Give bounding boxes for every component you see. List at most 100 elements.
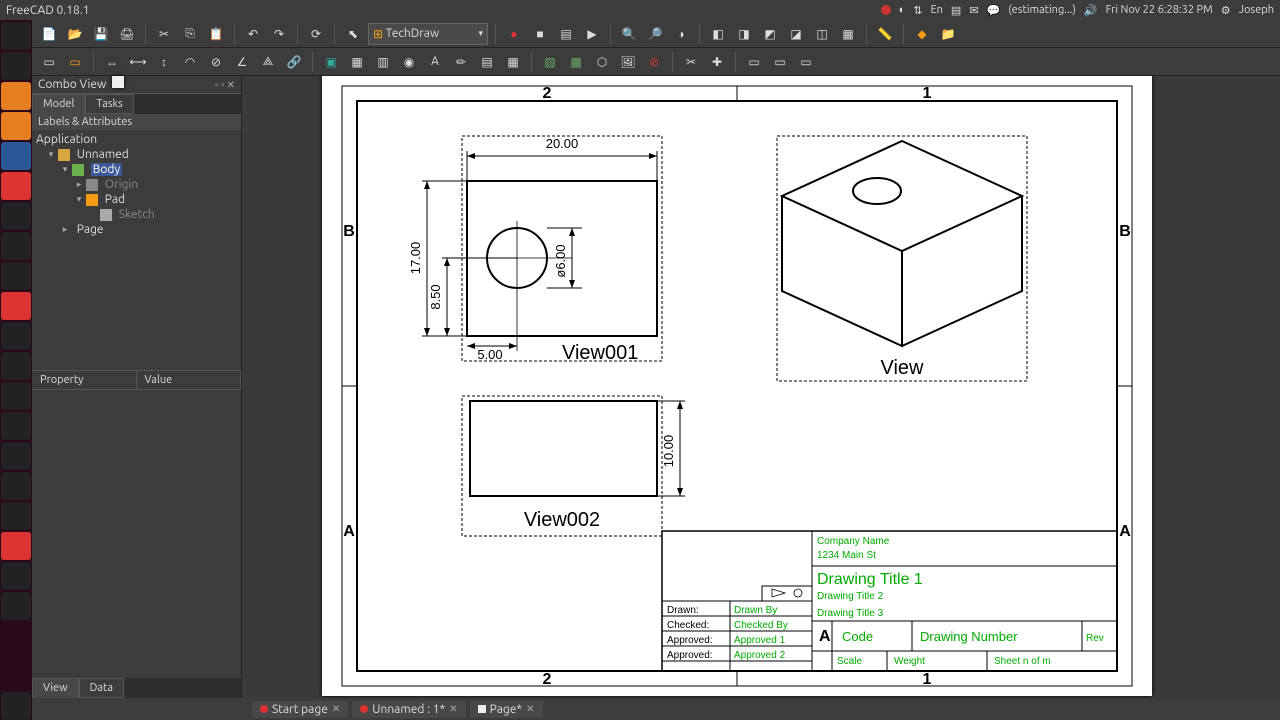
launcher-app-icon[interactable] [1,442,31,470]
launcher-app-icon[interactable] [1,202,31,230]
td-draft-icon[interactable]: ✏ [450,51,472,73]
launcher-app-icon[interactable] [1,382,31,410]
launcher-files-icon[interactable] [1,52,31,80]
td-geomhatch-icon[interactable]: ▩ [565,51,587,73]
doc-tab-page[interactable]: Page*✕ [470,701,543,718]
td-dim-radius-icon[interactable]: ◠ [179,51,201,73]
td-dim-angle3-icon[interactable]: ⟁ [257,51,279,73]
tb-sheet[interactable]: Sheet n of m [994,656,1051,667]
launcher-app-icon[interactable] [1,262,31,290]
lang-indicator[interactable]: En [930,4,942,16]
tb-code[interactable]: Code [842,629,873,644]
body-node[interactable]: Body [91,163,122,176]
launcher-trash-icon[interactable] [1,692,31,720]
expand-icon[interactable]: ▸ [60,224,70,235]
td-projgroup-icon[interactable]: ▦ [346,51,368,73]
expand-icon[interactable]: ▾ [46,149,56,160]
dim-height[interactable]: 17.00 [408,242,423,275]
model-tab[interactable]: Model [32,94,85,114]
td-export-dxf-icon[interactable]: ▭ [769,51,791,73]
mail-icon[interactable]: ✉ [969,4,978,17]
launcher-app-icon[interactable] [1,472,31,500]
td-arch-icon[interactable]: ▤ [476,51,498,73]
clock[interactable]: Fri Nov 22 6:28:32 PM [1106,4,1213,16]
expand-icon[interactable]: ▾ [60,164,70,175]
tb-title2[interactable]: Drawing Title 2 [817,591,884,602]
td-export-svg-icon[interactable]: ▭ [743,51,765,73]
launcher-app-icon[interactable] [1,112,31,140]
model-tree[interactable]: Application ▾ Unnamed ▾ Body ▸ Origin ▾ … [32,130,241,370]
launcher-app-icon[interactable] [1,232,31,260]
td-dim-length-icon[interactable]: ↔ [101,51,123,73]
macro-record-icon[interactable]: ● [503,23,525,45]
draw-style-icon[interactable]: ◑ [670,23,692,45]
close-icon[interactable]: ✕ [449,703,457,715]
td-section-icon[interactable]: ▥ [372,51,394,73]
chat-icon[interactable]: 💬 [987,4,1001,17]
dim-half[interactable]: 8.50 [428,284,443,309]
td-dim-horiz-icon[interactable]: ⟷ [127,51,149,73]
launcher-app-icon[interactable] [1,82,31,110]
redo-icon[interactable]: ↷ [268,23,290,45]
settings-icon[interactable]: ⚙ [1221,4,1231,17]
td-image-icon[interactable]: 🖼 [617,51,639,73]
launcher-app-icon[interactable] [1,142,31,170]
launcher-app-icon[interactable] [1,322,31,350]
new-icon[interactable]: 📄 [38,23,60,45]
view001-label[interactable]: View001 [562,342,638,364]
td-dim-diameter-icon[interactable]: ⊘ [205,51,227,73]
title-block[interactable]: Company Name 1234 Main St Drawing Title … [662,531,1117,671]
dim-depth[interactable]: 10.00 [661,435,676,468]
tb-appr1-v[interactable]: Approved 1 [734,635,786,646]
view-iso-icon[interactable]: ◧ [707,23,729,45]
launcher-app-icon[interactable] [1,532,31,560]
view002-label[interactable]: View002 [524,509,600,531]
td-spreadsheet-icon[interactable]: ▦ [502,51,524,73]
tb-title1[interactable]: Drawing Title 1 [817,571,923,588]
close-icon[interactable]: ✕ [332,703,340,715]
macro-stop-icon[interactable]: ■ [529,23,551,45]
tb-drawn-v[interactable]: Drawn By [734,605,777,616]
macro-list-icon[interactable]: ▤ [555,23,577,45]
cursor-icon[interactable]: ⬉ [342,23,364,45]
pad-node[interactable]: Pad [105,193,125,206]
tray-icon[interactable]: ⇅ [913,4,922,17]
view-tab[interactable]: View [32,678,79,698]
td-symbol-icon[interactable]: ⬡ [591,51,613,73]
origin-node[interactable]: Origin [105,178,138,191]
tasks-tab[interactable]: Tasks [85,94,133,114]
save-icon[interactable]: 💾 [90,23,112,45]
tb-num[interactable]: Drawing Number [920,629,1018,644]
zoom-fit-icon[interactable]: 🔍 [618,23,640,45]
view-bottom-icon[interactable]: ▦ [837,23,859,45]
view-right-icon[interactable]: ◪ [785,23,807,45]
tb-title3[interactable]: Drawing Title 3 [817,608,884,619]
drawing-viewport[interactable]: 2 1 2 1 B B A A 20.00 [242,76,1280,698]
doc-tab-unnamed[interactable]: Unnamed : 1*✕ [352,701,465,718]
zoom-icon[interactable]: 🔎 [644,23,666,45]
doc-tab-start[interactable]: Start page✕ [252,701,348,718]
tb-checked-v[interactable]: Checked By [734,620,788,631]
doc-node[interactable]: Unnamed [77,148,129,161]
td-dim-vert-icon[interactable]: ↕ [153,51,175,73]
td-export-pdf-icon[interactable]: ▭ [795,51,817,73]
td-link-dim-icon[interactable]: 🔗 [283,51,305,73]
td-detail-icon[interactable]: ◉ [398,51,420,73]
launcher-app-icon[interactable] [1,502,31,530]
tb-weight[interactable]: Weight [894,656,925,667]
launcher-app-icon[interactable] [1,412,31,440]
refresh-icon[interactable]: ⟳ [305,23,327,45]
user-name[interactable]: Joseph [1239,4,1274,16]
launcher-app-icon[interactable] [1,562,31,590]
td-page-template-icon[interactable]: ▭ [64,51,86,73]
group-icon[interactable]: 📁 [937,23,959,45]
undo-icon[interactable]: ↶ [242,23,264,45]
copy-icon[interactable]: ⎘ [179,23,201,45]
tray-icon[interactable]: ◐ [899,4,906,16]
tb-scale[interactable]: Scale [837,656,862,667]
measure-icon[interactable]: 📏 [874,23,896,45]
tb-appr2-v[interactable]: Approved 2 [734,650,786,661]
paste-icon[interactable]: 📋 [205,23,227,45]
td-clip-icon[interactable]: ✂ [680,51,702,73]
td-annotation-icon[interactable]: A [424,51,446,73]
